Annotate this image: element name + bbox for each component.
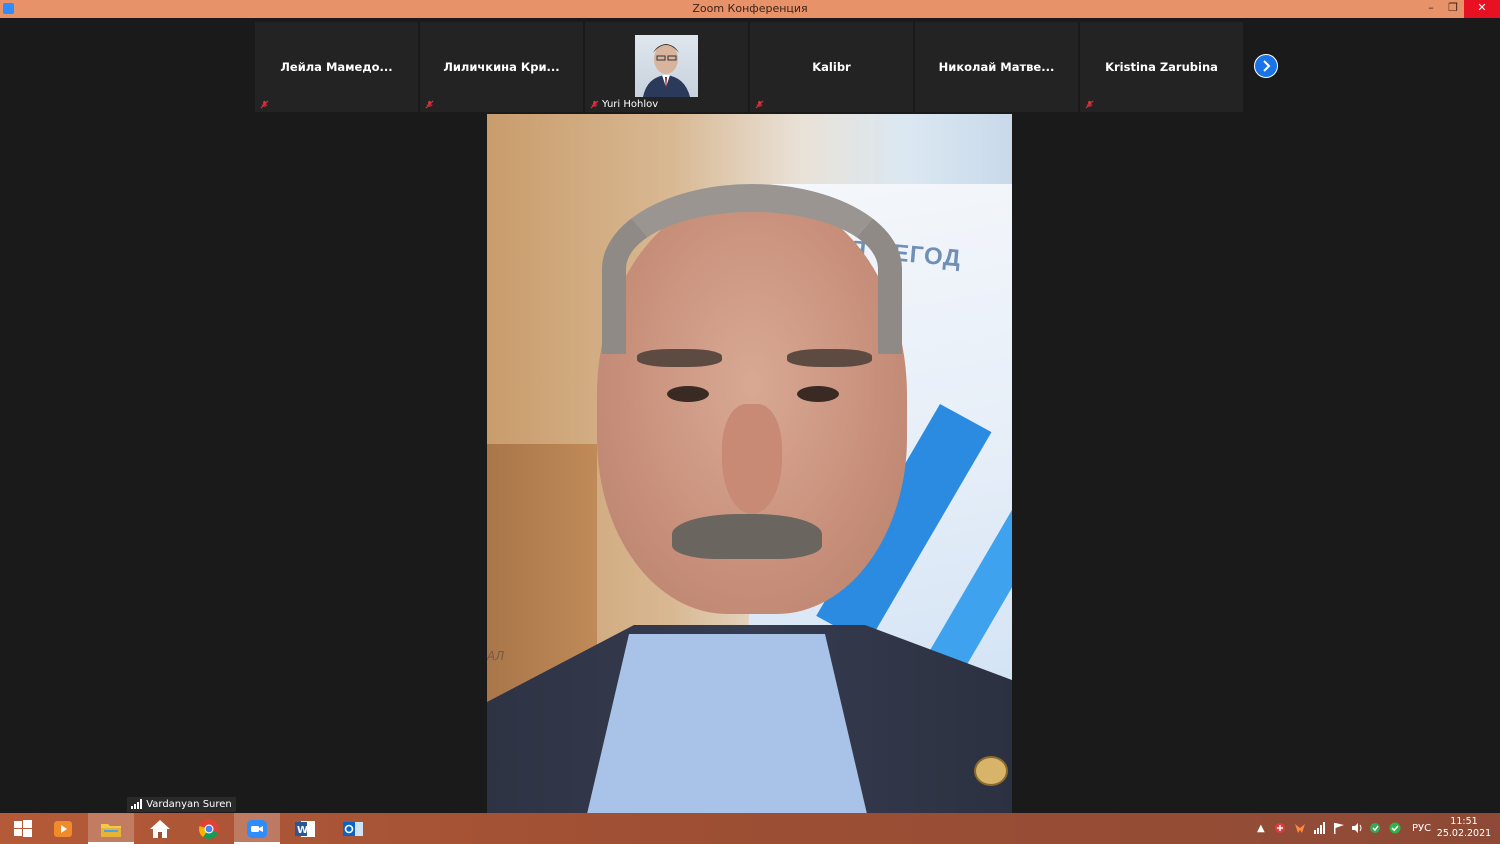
media-player-icon (54, 821, 72, 837)
muted-mic-icon (590, 100, 599, 109)
participant-name: Лейла Мамедо... (280, 60, 393, 74)
participant-tile-video[interactable]: Yuri Hohlov (585, 22, 748, 112)
taskbar-media-player[interactable] (40, 813, 86, 844)
speaker-eye (667, 386, 709, 402)
windows-start-icon (14, 820, 32, 837)
taskbar-home[interactable] (137, 813, 183, 844)
taskbar-chrome[interactable] (186, 813, 232, 844)
chevron-right-icon (1263, 60, 1271, 72)
clock-date: 25.02.2021 (1436, 828, 1492, 839)
word-icon: W (295, 821, 315, 837)
active-speaker-video: СИЯ СЕГОД АЛ (487, 114, 1012, 813)
close-button[interactable]: ✕ (1464, 0, 1500, 18)
window-title: Zoom Конференция (692, 2, 808, 15)
participant-name: Лиличкина Кри... (443, 60, 560, 74)
speaker-brow (637, 349, 722, 367)
speaker-nose (722, 404, 782, 514)
participant-tile[interactable]: Лейла Мамедо... (255, 22, 418, 112)
lapel-pin-icon (974, 756, 1008, 786)
taskbar-clock[interactable]: 11:51 25.02.2021 (1436, 816, 1492, 840)
sync-icon[interactable] (1369, 822, 1381, 834)
speaker-brow (787, 349, 872, 367)
taskbar-file-explorer[interactable] (88, 813, 134, 844)
speaker-hair (602, 184, 902, 354)
chrome-icon (199, 819, 219, 839)
next-participants-button[interactable] (1254, 54, 1278, 78)
participant-name: Kalibr (812, 60, 851, 74)
muted-mic-icon (1085, 100, 1094, 109)
person-portrait-icon (643, 44, 690, 97)
participant-video-thumbnail (635, 35, 698, 97)
zoom-icon (247, 820, 267, 838)
signal-strength-icon (131, 799, 142, 809)
muted-mic-icon (755, 100, 764, 109)
taskbar-zoom[interactable] (234, 813, 280, 844)
outlook-icon (343, 822, 363, 836)
participant-name: Yuri Hohlov (602, 99, 659, 110)
speaker-name: Vardanyan Suren (146, 799, 232, 810)
taskbar-outlook[interactable] (330, 813, 376, 844)
window-titlebar: Zoom Конференция – ❐ ✕ (0, 0, 1500, 18)
participant-tile[interactable]: Kalibr (750, 22, 913, 112)
clock-time: 11:51 (1450, 816, 1478, 827)
participant-name: Николай Матве... (938, 60, 1055, 74)
speaker-shirt (587, 634, 867, 813)
participant-name: Kristina Zarubina (1105, 60, 1218, 74)
muted-mic-icon (260, 100, 269, 109)
speaker-eye (797, 386, 839, 402)
antivirus-icon[interactable] (1274, 822, 1286, 834)
participant-tile[interactable]: Лиличкина Кри... (420, 22, 583, 112)
file-explorer-icon (101, 824, 121, 837)
svg-text:W: W (297, 825, 308, 836)
participant-tile[interactable]: Николай Матве... (915, 22, 1078, 112)
restore-button[interactable]: ❐ (1442, 0, 1464, 18)
minimize-button[interactable]: – (1420, 0, 1442, 18)
windows-taskbar: W ▲ РУС 11:51 25.02.2021 (0, 813, 1500, 844)
participant-strip: Лейла Мамедо... Лиличкина Кри... Yuri Ho… (255, 18, 1245, 112)
home-icon (150, 820, 170, 838)
input-language-indicator[interactable]: РУС (1412, 813, 1431, 844)
speaker-mustache (672, 514, 822, 559)
taskbar-word[interactable]: W (282, 813, 328, 844)
vpn-icon[interactable] (1294, 822, 1306, 834)
action-center-flag-icon[interactable] (1333, 822, 1345, 834)
network-icon[interactable] (1314, 822, 1326, 834)
participant-tile[interactable]: Kristina Zarubina (1080, 22, 1243, 112)
speaker-name-label: Vardanyan Suren (127, 797, 236, 812)
corner-text: АЛ (487, 649, 505, 663)
tray-overflow-chevron[interactable]: ▲ (1257, 813, 1265, 844)
security-check-icon[interactable] (1389, 822, 1401, 834)
muted-mic-icon (425, 100, 434, 109)
volume-icon[interactable] (1351, 822, 1363, 834)
